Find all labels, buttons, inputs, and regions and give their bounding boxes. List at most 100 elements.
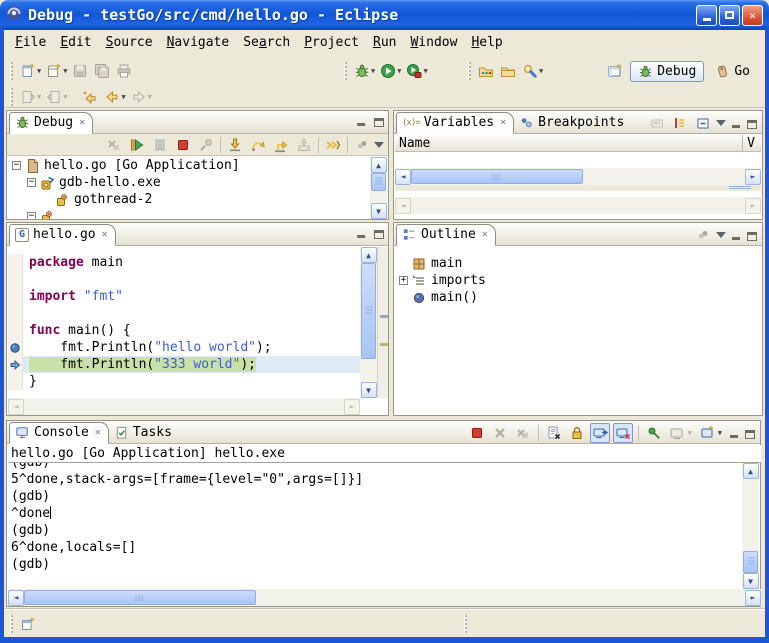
tab-debug[interactable]: Debug ✕	[9, 112, 93, 134]
code-text[interactable]	[23, 305, 360, 322]
close-tab-icon[interactable]: ✕	[79, 117, 85, 128]
current-instruction-line[interactable]: fmt.Println("333 world");	[23, 356, 360, 373]
code-text[interactable]: package main	[23, 254, 360, 271]
variables-column-header[interactable]: Name V	[395, 135, 761, 152]
editor-h-scrollbar[interactable]: ◄►	[8, 398, 360, 415]
open-perspective-button[interactable]	[604, 60, 626, 82]
back-button[interactable]	[101, 86, 123, 108]
console-output[interactable]: (gdb) 5^done,stack-args=[frame={level="0…	[8, 463, 744, 589]
maximize-view-button[interactable]	[745, 117, 758, 129]
show-stderr-button[interactable]	[613, 423, 633, 443]
minimize-button[interactable]	[696, 5, 717, 26]
run-dropdown[interactable]: ▼	[397, 67, 401, 75]
editor-line[interactable]	[8, 305, 360, 322]
external-tools-button[interactable]	[403, 60, 425, 82]
collapse-expander-icon[interactable]: −	[12, 161, 21, 170]
close-tab-icon[interactable]: ✕	[482, 229, 488, 240]
debug-options-icon[interactable]	[351, 134, 373, 156]
maximize-view-button[interactable]	[743, 427, 756, 439]
pin-console-button[interactable]	[644, 423, 664, 443]
open-console-button[interactable]	[697, 423, 717, 443]
remove-launch-button[interactable]	[490, 423, 510, 443]
view-menu-icon[interactable]	[374, 142, 384, 153]
save-all-button[interactable]	[91, 60, 113, 82]
minimize-view-button[interactable]	[354, 227, 367, 239]
collapse-all-button[interactable]	[693, 113, 713, 133]
suspend-button[interactable]	[149, 134, 171, 156]
menu-search[interactable]: Search	[236, 32, 297, 53]
terminate-button[interactable]	[467, 423, 487, 443]
search-button[interactable]	[519, 60, 541, 82]
view-menu-icon[interactable]	[716, 120, 726, 131]
editor-gutter[interactable]	[8, 288, 23, 305]
editor-gutter[interactable]	[8, 373, 23, 390]
console-h-scrollbar[interactable]: ◄►	[8, 589, 761, 606]
print-button[interactable]	[113, 60, 135, 82]
collapse-expander-icon[interactable]: −	[27, 178, 36, 187]
forward-dropdown[interactable]: ▼	[148, 93, 152, 101]
editor-line[interactable]: }	[8, 373, 360, 390]
console-line[interactable]: (gdb)	[8, 463, 744, 471]
code-text[interactable]: fmt.Println("hello world");	[23, 339, 360, 356]
console-v-scrollbar[interactable]: ▲▼	[742, 463, 759, 589]
variables-detail-scrollbar[interactable]: ◄►	[395, 197, 761, 214]
status-drag-handle[interactable]	[10, 615, 13, 633]
expand-expander-icon[interactable]: +	[399, 276, 408, 285]
collapse-expander-icon[interactable]: −	[27, 212, 36, 219]
editor-line[interactable]: fmt.Println("333 world");	[8, 356, 360, 373]
editor-v-scrollbar[interactable]: ▲▼	[360, 247, 377, 398]
show-logical-structure-button[interactable]	[670, 113, 690, 133]
maximize-view-button[interactable]	[372, 115, 385, 127]
console-line[interactable]: ^done	[8, 505, 744, 522]
tree-item[interactable]: −hello.go [Go Application]	[8, 157, 371, 174]
tab-breakpoints[interactable]: Breakpoints	[514, 112, 631, 134]
toolbar-drag-handle[interactable]	[10, 88, 13, 106]
editor-line[interactable]: fmt.Println("hello world");	[8, 339, 360, 356]
tab-editor-hello-go[interactable]: G hello.go ✕	[9, 224, 116, 246]
remove-all-terminated-button[interactable]	[103, 134, 125, 156]
console-line[interactable]: 5^done,stack-args=[frame={level="0",args…	[8, 471, 744, 488]
editor-gutter[interactable]	[8, 254, 23, 271]
display-console-dropdown[interactable]: ▼	[688, 429, 692, 437]
minimize-view-button[interactable]	[729, 117, 742, 129]
save-button[interactable]	[69, 60, 91, 82]
tree-item[interactable]: −gdb-hello.exe	[8, 174, 371, 191]
previous-annotation-dropdown[interactable]: ▼	[63, 93, 67, 101]
drop-to-frame-button[interactable]	[293, 134, 315, 156]
search-dropdown[interactable]: ▼	[539, 67, 543, 75]
menu-window[interactable]: Window	[403, 32, 464, 53]
editor-gutter[interactable]	[8, 322, 23, 339]
tree-item[interactable]: +imports	[395, 272, 761, 289]
editor-gutter[interactable]	[8, 271, 23, 288]
maximize-view-button[interactable]	[372, 227, 385, 239]
clear-console-button[interactable]	[544, 423, 564, 443]
run-launch-button[interactable]	[377, 60, 399, 82]
use-step-filters-button[interactable]	[322, 134, 344, 156]
resume-button[interactable]	[126, 134, 148, 156]
status-drag-handle[interactable]	[464, 615, 467, 633]
toolbar-drag-handle[interactable]	[468, 62, 471, 80]
new-wizard-button[interactable]	[17, 60, 39, 82]
menu-source[interactable]: Source	[99, 32, 160, 53]
editor-line[interactable]: func main() {	[8, 322, 360, 339]
previous-annotation-button[interactable]	[43, 86, 65, 108]
new-wizard-dropdown[interactable]: ▼	[37, 67, 41, 75]
step-return-button[interactable]	[270, 134, 292, 156]
tree-item[interactable]: main()	[395, 289, 761, 306]
tab-tasks[interactable]: Tasks	[109, 422, 179, 444]
step-over-button[interactable]	[247, 134, 269, 156]
debug-dropdown[interactable]: ▼	[371, 67, 375, 75]
show-stdout-button[interactable]	[590, 423, 610, 443]
last-edit-location-button[interactable]	[79, 86, 101, 108]
minimize-view-button[interactable]	[727, 427, 740, 439]
close-button[interactable]: ✕	[742, 5, 763, 26]
maximize-button[interactable]	[719, 5, 740, 26]
instruction-pointer-icon[interactable]	[8, 356, 23, 373]
menu-edit[interactable]: Edit	[53, 32, 98, 53]
console-line[interactable]: (gdb)	[8, 556, 744, 573]
toolbar-drag-handle[interactable]	[344, 62, 347, 80]
editor-line[interactable]: package main	[8, 254, 360, 271]
breakpoint-icon[interactable]	[8, 339, 23, 356]
back-dropdown[interactable]: ▼	[121, 93, 125, 101]
new-element-button[interactable]	[43, 60, 65, 82]
